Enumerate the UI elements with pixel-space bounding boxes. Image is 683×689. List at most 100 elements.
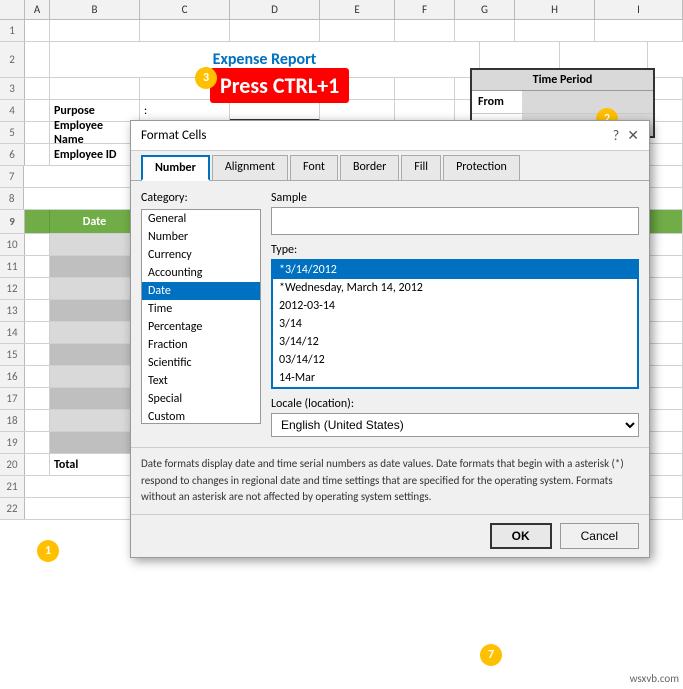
circle-3-annotation: 3 bbox=[195, 67, 217, 89]
type-item-1[interactable]: *Wednesday, March 14, 2012 bbox=[273, 279, 637, 297]
sample-value bbox=[271, 207, 639, 235]
cell-b1[interactable] bbox=[50, 20, 140, 41]
cell-e4[interactable] bbox=[320, 100, 395, 121]
row-num-21: 21 bbox=[0, 476, 25, 497]
cell-a6[interactable] bbox=[25, 144, 50, 165]
row-num-17: 17 bbox=[0, 388, 25, 409]
tab-font[interactable]: Font bbox=[290, 155, 338, 180]
cat-date[interactable]: Date bbox=[142, 282, 260, 300]
cat-number[interactable]: Number bbox=[142, 228, 260, 246]
row-num-8: 8 bbox=[0, 188, 24, 209]
cell-b20-total[interactable]: Total bbox=[50, 454, 140, 475]
row-num-15: 15 bbox=[0, 344, 25, 365]
cell-a20[interactable] bbox=[25, 454, 50, 475]
row-1: 1 bbox=[0, 20, 683, 42]
cell-b6-empid[interactable]: Employee ID bbox=[50, 144, 140, 165]
tab-protection[interactable]: Protection bbox=[443, 155, 520, 180]
sample-label: Sample bbox=[271, 191, 639, 205]
type-item-5[interactable]: 03/14/12 bbox=[273, 351, 637, 369]
dialog-description: Date formats display date and time seria… bbox=[131, 447, 649, 514]
cell-d1[interactable] bbox=[230, 20, 320, 41]
cat-currency[interactable]: Currency bbox=[142, 246, 260, 264]
row-num-6: 6 bbox=[0, 144, 25, 165]
tab-alignment[interactable]: Alignment bbox=[212, 155, 288, 180]
cell-f1[interactable] bbox=[395, 20, 455, 41]
dialog-title: Format Cells bbox=[141, 128, 206, 143]
row-num-9: 9 bbox=[0, 210, 25, 233]
row-num-18: 18 bbox=[0, 410, 25, 431]
row-num-20: 20 bbox=[0, 454, 25, 475]
row-num-2: 2 bbox=[0, 42, 25, 77]
ok-button[interactable]: OK bbox=[490, 523, 552, 549]
cell-c4[interactable]: : bbox=[140, 100, 230, 121]
cat-scientific[interactable]: Scientific bbox=[142, 354, 260, 372]
cat-percentage[interactable]: Percentage bbox=[142, 318, 260, 336]
cancel-button[interactable]: Cancel bbox=[560, 523, 639, 549]
cell-f3[interactable] bbox=[395, 78, 455, 99]
time-period-header: Time Period bbox=[472, 70, 653, 91]
cat-special[interactable]: Special bbox=[142, 390, 260, 408]
col-header-a[interactable]: A bbox=[25, 0, 50, 19]
cell-a4[interactable] bbox=[25, 100, 50, 121]
cell-a5[interactable] bbox=[25, 122, 50, 143]
cat-text[interactable]: Text bbox=[142, 372, 260, 390]
spreadsheet: A B C D E F G H I 1 2 Expense Report bbox=[0, 0, 683, 689]
type-item-0[interactable]: *3/14/2012 bbox=[273, 261, 637, 279]
cat-general[interactable]: General bbox=[142, 210, 260, 228]
tab-fill[interactable]: Fill bbox=[401, 155, 441, 180]
row-num-13: 13 bbox=[0, 300, 25, 321]
col-header-row: A B C D E F G H I bbox=[0, 0, 683, 20]
cell-c1[interactable] bbox=[140, 20, 230, 41]
category-section: Category: General Number Currency Accoun… bbox=[141, 191, 261, 437]
col-header-h[interactable]: H bbox=[515, 0, 595, 19]
locale-label: Locale (location): bbox=[271, 397, 639, 411]
category-list[interactable]: General Number Currency Accounting Date … bbox=[141, 209, 261, 424]
col-header-i[interactable]: I bbox=[595, 0, 683, 19]
cell-a1[interactable] bbox=[25, 20, 50, 41]
cell-e1[interactable] bbox=[320, 20, 395, 41]
category-label: Category: bbox=[141, 191, 261, 205]
cell-a2[interactable] bbox=[25, 42, 50, 77]
cell-b3[interactable] bbox=[50, 78, 140, 99]
col-header-b[interactable]: B bbox=[50, 0, 140, 19]
tab-number[interactable]: Number bbox=[141, 155, 210, 181]
type-item-2[interactable]: 2012-03-14 bbox=[273, 297, 637, 315]
cell-h1[interactable] bbox=[515, 20, 595, 41]
row-num-22: 22 bbox=[0, 498, 25, 519]
time-period-from-value[interactable] bbox=[522, 91, 653, 113]
cat-accounting[interactable]: Accounting bbox=[142, 264, 260, 282]
tab-border[interactable]: Border bbox=[340, 155, 399, 180]
cell-i1[interactable] bbox=[595, 20, 683, 41]
dialog-help-btn[interactable]: ? bbox=[613, 127, 620, 144]
cell-f4[interactable] bbox=[395, 100, 455, 121]
cell-a3[interactable] bbox=[25, 78, 50, 99]
type-item-4[interactable]: 3/14/12 bbox=[273, 333, 637, 351]
type-item-3[interactable]: 3/14 bbox=[273, 315, 637, 333]
col-header-d[interactable]: D bbox=[230, 0, 320, 19]
col-header-g[interactable]: G bbox=[455, 0, 515, 19]
locale-select[interactable]: English (United States) bbox=[271, 413, 639, 437]
right-panel: Sample Type: *3/14/2012 *Wednesday, Marc… bbox=[271, 191, 639, 437]
type-list[interactable]: *3/14/2012 *Wednesday, March 14, 2012 20… bbox=[271, 259, 639, 389]
row-num-11: 11 bbox=[0, 256, 25, 277]
dialog-titlebar: Format Cells ? ✕ bbox=[131, 121, 649, 151]
type-item-6[interactable]: 14-Mar bbox=[273, 369, 637, 387]
cell-g1[interactable] bbox=[455, 20, 515, 41]
col-header-c[interactable]: C bbox=[140, 0, 230, 19]
col-header-e[interactable]: E bbox=[320, 0, 395, 19]
cell-date-header[interactable]: Date bbox=[50, 210, 140, 233]
time-period-from-label: From bbox=[472, 91, 522, 113]
row-num-12: 12 bbox=[0, 278, 25, 299]
cat-custom[interactable]: Custom bbox=[142, 408, 260, 424]
cat-time[interactable]: Time bbox=[142, 300, 260, 318]
dialog-close-btn[interactable]: ✕ bbox=[627, 127, 639, 144]
sample-section: Sample bbox=[271, 191, 639, 235]
cell-b5-empname[interactable]: Employee Name bbox=[50, 122, 140, 143]
cell-d4[interactable] bbox=[230, 100, 320, 121]
cat-fraction[interactable]: Fraction bbox=[142, 336, 260, 354]
watermark: wsxvb.com bbox=[630, 672, 679, 685]
row-num-3: 3 bbox=[0, 78, 25, 99]
col-header-f[interactable]: F bbox=[395, 0, 455, 19]
dialog-controls: ? ✕ bbox=[613, 127, 639, 144]
cell-a9[interactable] bbox=[25, 210, 50, 233]
